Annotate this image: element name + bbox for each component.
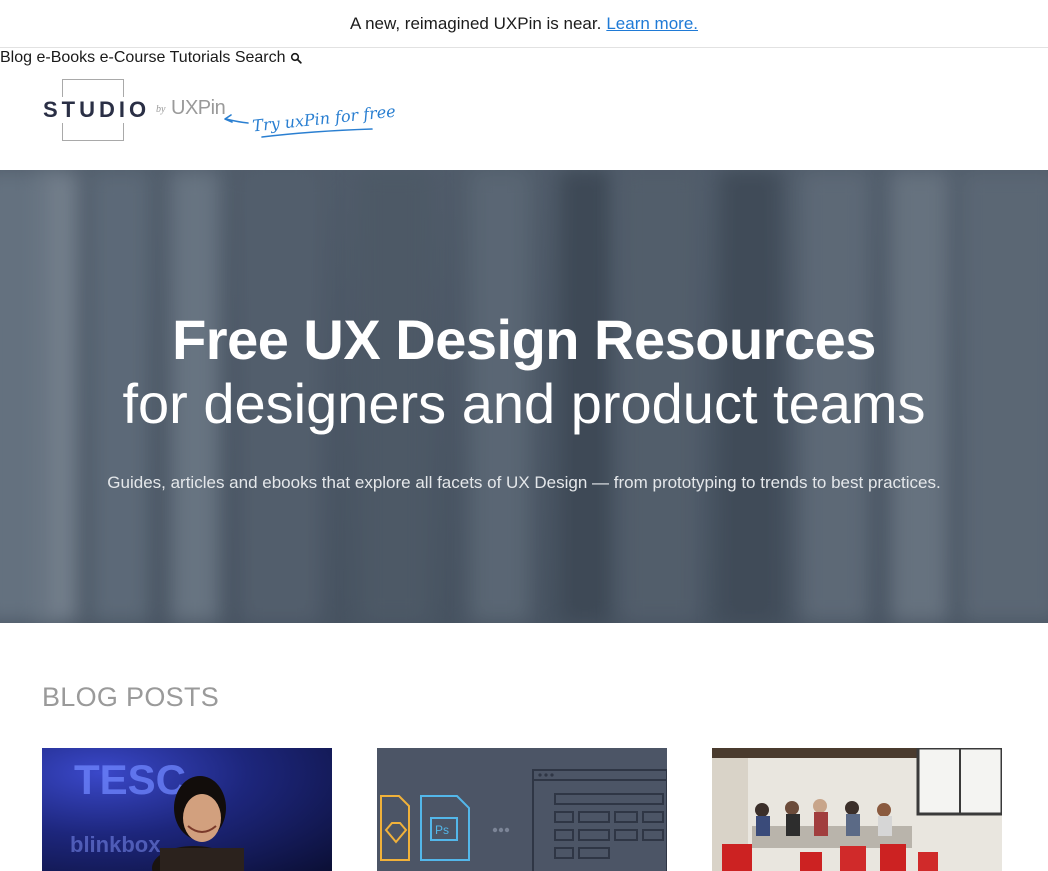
logo-studio[interactable]: STUDIO (41, 97, 153, 123)
nav-ebooks[interactable]: e-Books (36, 49, 95, 66)
blog-card[interactable] (712, 748, 1002, 871)
wireframe-window (532, 769, 667, 871)
blog-card[interactable]: Ps (377, 748, 667, 871)
site-header: STUDIO by UXPin Try uxPin for free Blog … (0, 49, 1048, 170)
logo-by: by (156, 104, 166, 115)
try-uxpin-free-link[interactable]: Try uxPin for free (222, 101, 396, 145)
learn-more-link[interactable]: Learn more. (606, 14, 698, 34)
nav-search[interactable]: Search (235, 49, 302, 67)
speaker-thumbnail: TESC blinkbox (70, 756, 244, 871)
blog-posts-heading: BLOG POSTS (42, 682, 220, 712)
blog-card[interactable]: TESC blinkbox (42, 748, 332, 871)
workshop-thumbnail (712, 748, 1002, 871)
logo-uxpin[interactable]: UXPin (171, 97, 226, 120)
thumb-text-tesco: TESC (74, 756, 186, 803)
search-icon (290, 52, 302, 64)
nav-ecourse[interactable]: e-Course (100, 49, 166, 66)
thumb-text-blinkbox: blinkbox (70, 832, 161, 857)
announcement-text: A new, reimagined UXPin is near. (349, 13, 602, 33)
nav-search-label: Search (234, 49, 286, 66)
hero-subtitle: for designers and product teams (122, 372, 926, 435)
hero-description: Guides, articles and ebooks that explore… (107, 473, 941, 492)
sketch-icon (384, 822, 408, 844)
tools-thumbnail: Ps (380, 769, 667, 871)
hero-banner: Free UX Design Resources for designers a… (0, 170, 1048, 623)
svg-text:Ps: Ps (435, 823, 449, 837)
nav-tutorials[interactable]: Tutorials (170, 49, 231, 66)
hero-title: Free UX Design Resources (172, 308, 876, 371)
announcement-bar: A new, reimagined UXPin is near. Learn m… (0, 0, 1048, 48)
nav-blog[interactable]: Blog (0, 49, 32, 66)
